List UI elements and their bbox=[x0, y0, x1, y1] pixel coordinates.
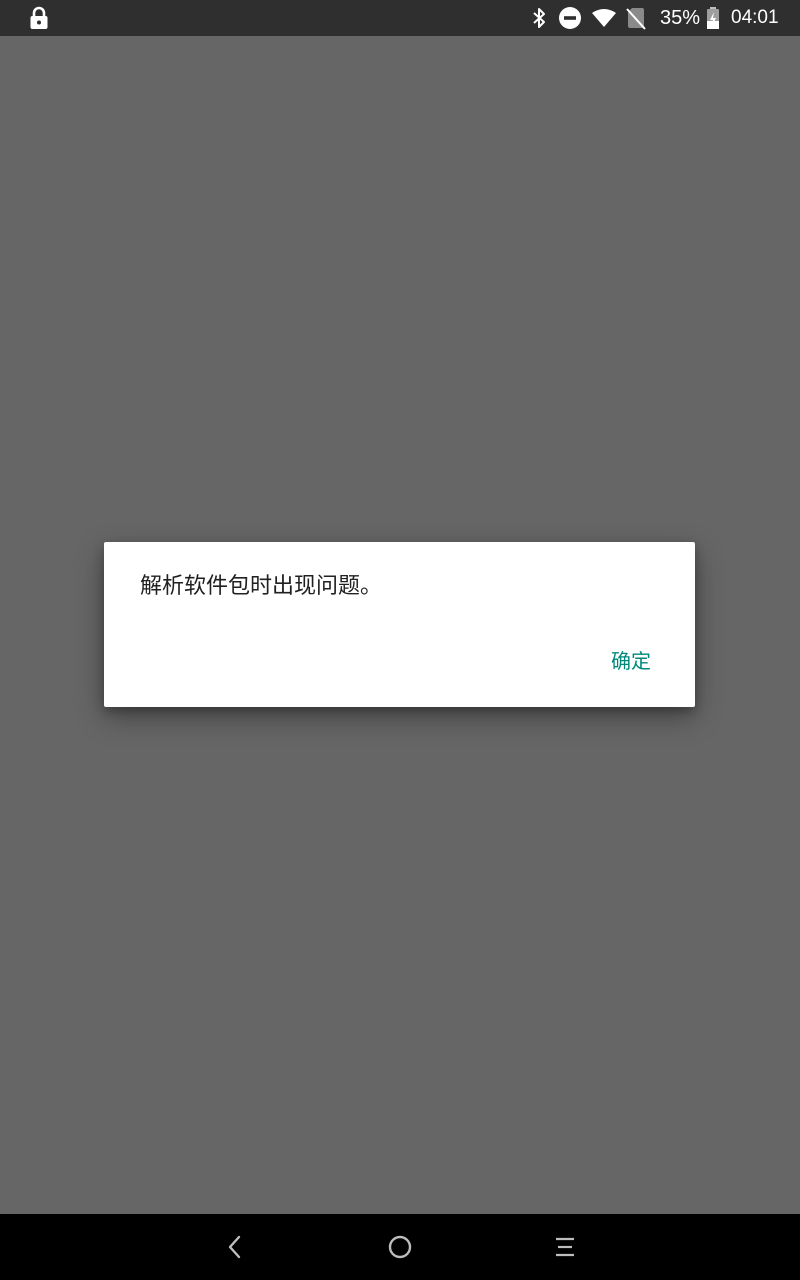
battery-charging-icon bbox=[704, 0, 722, 36]
do-not-disturb-icon bbox=[557, 0, 583, 36]
menu-button[interactable] bbox=[530, 1214, 600, 1280]
home-button[interactable] bbox=[365, 1214, 435, 1280]
navigation-bar bbox=[0, 1214, 800, 1280]
back-button[interactable] bbox=[200, 1214, 270, 1280]
wifi-icon bbox=[590, 0, 618, 36]
home-icon bbox=[388, 1235, 412, 1259]
dialog-message: 解析软件包时出现问题。 bbox=[140, 574, 383, 599]
lock-icon bbox=[26, 0, 52, 36]
battery-percentage: 35% bbox=[660, 7, 701, 29]
error-dialog: 解析软件包时出现问题。 确定 bbox=[104, 542, 695, 707]
no-sim-icon bbox=[624, 0, 648, 36]
clock: 04:01 bbox=[731, 7, 779, 28]
menu-icon bbox=[556, 1237, 574, 1257]
confirm-button[interactable]: 确定 bbox=[597, 640, 665, 684]
status-bar: 35% 04:01 bbox=[0, 0, 800, 36]
back-icon bbox=[228, 1235, 241, 1259]
bluetooth-icon bbox=[528, 0, 550, 36]
